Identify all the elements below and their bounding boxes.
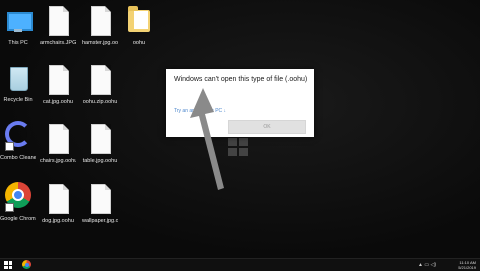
clock-date: 5/21/2019 [458, 265, 476, 270]
taskbar-chrome-icon[interactable] [22, 260, 31, 269]
taskbar: ▲ ▭ ◁) 11:10 AM 5/21/2019 [0, 258, 480, 271]
desktop: This PC Recycle Bin Combo Cleaner Google… [0, 0, 480, 258]
clock[interactable]: 11:10 AM 5/21/2019 [458, 260, 476, 270]
start-button[interactable] [4, 261, 12, 269]
annotation-arrow-icon [190, 88, 224, 190]
system-tray-icons[interactable]: ▲ ▭ ◁) [418, 262, 436, 268]
